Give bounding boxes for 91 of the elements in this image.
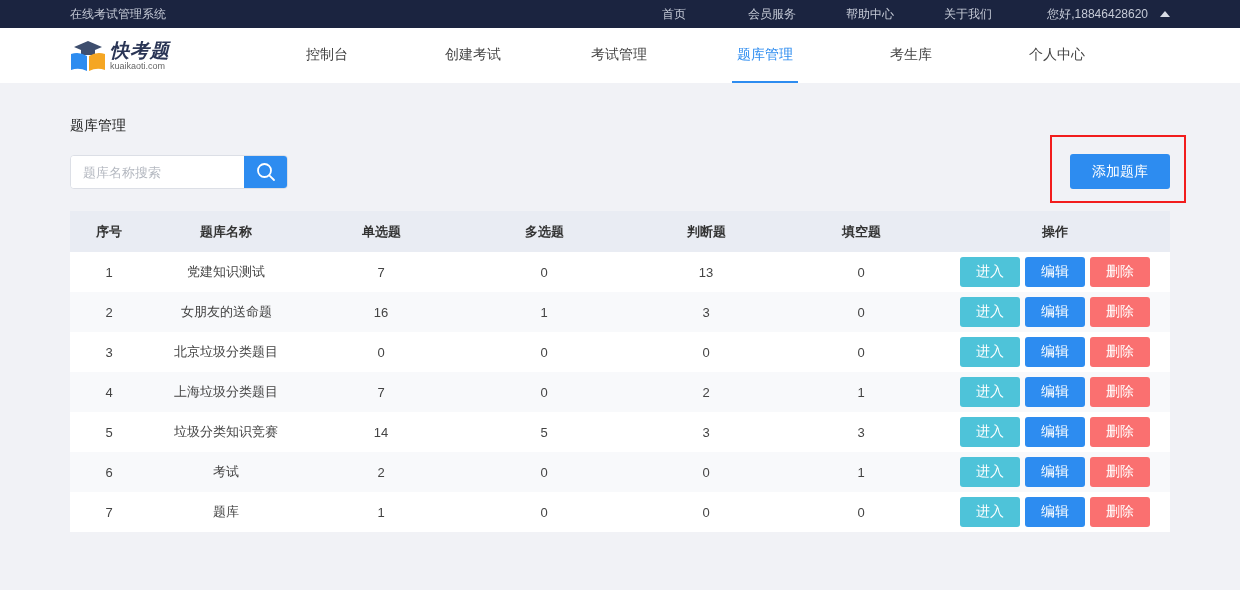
table-cell: 上海垃圾分类题目 — [148, 372, 304, 412]
table-cell: 3 — [630, 412, 782, 452]
table-cell: 1 — [458, 292, 630, 332]
table-cell: 16 — [304, 292, 458, 332]
table-cell: 0 — [630, 492, 782, 532]
table-cell: 0 — [458, 332, 630, 372]
page-title: 题库管理 — [70, 116, 127, 135]
logo-name: 快考题 — [110, 40, 170, 60]
edit-button[interactable]: 编辑 — [1025, 297, 1085, 327]
enter-button[interactable]: 进入 — [960, 297, 1020, 327]
table-cell: 党建知识测试 — [148, 252, 304, 292]
table-cell: 0 — [782, 332, 940, 372]
table-cell: 3 — [782, 412, 940, 452]
table-cell: 0 — [782, 292, 940, 332]
nav-tab[interactable]: 考试管理 — [586, 28, 652, 83]
table-cell: 0 — [630, 332, 782, 372]
table-cell: 0 — [782, 252, 940, 292]
enter-button[interactable]: 进入 — [960, 497, 1020, 527]
table-cell: 13 — [630, 252, 782, 292]
table-cell: 2 — [70, 292, 148, 332]
column-header: 填空题 — [782, 211, 940, 252]
table-cell: 1 — [782, 372, 940, 412]
table-cell: 4 — [70, 372, 148, 412]
delete-button[interactable]: 删除 — [1090, 457, 1150, 487]
table-cell: 1 — [70, 252, 148, 292]
table-cell: 1 — [304, 492, 458, 532]
header-link[interactable]: 关于我们 — [919, 5, 1018, 23]
table-cell: 3 — [70, 332, 148, 372]
enter-button[interactable]: 进入 — [960, 417, 1020, 447]
add-bank-button[interactable]: 添加题库 — [1070, 154, 1170, 189]
table-cell: 2 — [630, 372, 782, 412]
table-cell: 北京垃圾分类题目 — [148, 332, 304, 372]
table-cell: 5 — [458, 412, 630, 452]
table-cell: 3 — [630, 292, 782, 332]
enter-button[interactable]: 进入 — [960, 257, 1020, 287]
logo-domain: kuaikaoti.com — [110, 61, 167, 71]
edit-button[interactable]: 编辑 — [1025, 377, 1085, 407]
table-cell: 7 — [304, 252, 458, 292]
edit-button[interactable]: 编辑 — [1025, 497, 1085, 527]
system-title: 在线考试管理系统 — [70, 5, 167, 23]
table-cell: 1 — [782, 452, 940, 492]
search-icon — [256, 162, 276, 182]
table-cell: 0 — [458, 372, 630, 412]
nav-tab[interactable]: 考生库 — [885, 28, 937, 83]
caret-up-icon[interactable] — [1160, 11, 1170, 17]
header-link[interactable]: 会员服务 — [723, 5, 822, 23]
column-header: 判断题 — [630, 211, 782, 252]
nav-tab[interactable]: 创建考试 — [440, 28, 506, 83]
edit-button[interactable]: 编辑 — [1025, 417, 1085, 447]
table-cell: 题库 — [148, 492, 304, 532]
delete-button[interactable]: 删除 — [1090, 257, 1150, 287]
search-field[interactable]: 题库名称搜索 — [70, 155, 288, 189]
header-link[interactable]: 首页 — [625, 5, 724, 23]
table-cell: 垃圾分类知识竞赛 — [148, 412, 304, 452]
user-greeting[interactable]: 您好,18846428620 — [1047, 5, 1148, 23]
table-cell: 7 — [70, 492, 148, 532]
table-cell: 0 — [458, 252, 630, 292]
enter-button[interactable]: 进入 — [960, 337, 1020, 367]
logo-icon — [70, 39, 106, 72]
table-cell: 7 — [304, 372, 458, 412]
table-cell: 2 — [304, 452, 458, 492]
column-header: 序号 — [70, 211, 148, 252]
edit-button[interactable]: 编辑 — [1025, 457, 1085, 487]
table-cell: 女朋友的送命题 — [148, 292, 304, 332]
enter-button[interactable]: 进入 — [960, 457, 1020, 487]
delete-button[interactable]: 删除 — [1090, 377, 1150, 407]
table-cell: 5 — [70, 412, 148, 452]
table-cell: 0 — [630, 452, 782, 492]
nav-tab[interactable]: 题库管理 — [732, 28, 798, 83]
column-header: 题库名称 — [148, 211, 304, 252]
enter-button[interactable]: 进入 — [960, 377, 1020, 407]
table-cell: 0 — [782, 492, 940, 532]
edit-button[interactable]: 编辑 — [1025, 257, 1085, 287]
nav-tab[interactable]: 控制台 — [301, 28, 353, 83]
table-cell: 0 — [458, 492, 630, 532]
delete-button[interactable]: 删除 — [1090, 497, 1150, 527]
column-header: 多选题 — [458, 211, 630, 252]
delete-button[interactable]: 删除 — [1090, 297, 1150, 327]
column-header: 操作 — [940, 211, 1170, 252]
delete-button[interactable]: 删除 — [1090, 417, 1150, 447]
table-cell: 0 — [458, 452, 630, 492]
table-cell: 考试 — [148, 452, 304, 492]
column-header: 单选题 — [304, 211, 458, 252]
edit-button[interactable]: 编辑 — [1025, 337, 1085, 367]
nav-tab[interactable]: 个人中心 — [1024, 28, 1090, 83]
header-link[interactable]: 帮助中心 — [821, 5, 920, 23]
search-button[interactable] — [244, 156, 287, 188]
table-cell: 14 — [304, 412, 458, 452]
table-cell: 6 — [70, 452, 148, 492]
delete-button[interactable]: 删除 — [1090, 337, 1150, 367]
table-cell: 0 — [304, 332, 458, 372]
